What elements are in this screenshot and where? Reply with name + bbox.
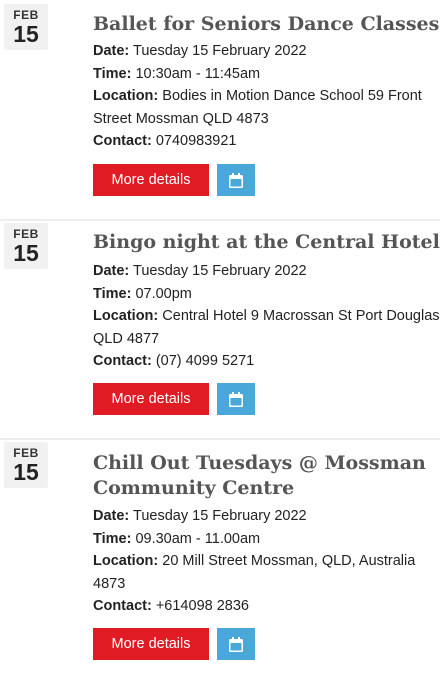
date-row: Date: Tuesday 15 February 2022	[93, 40, 440, 63]
location-label: Location:	[93, 88, 159, 104]
add-to-calendar-button[interactable]	[217, 628, 255, 660]
location-row: Location: 20 Mill Street Mossman, QLD, A…	[93, 550, 440, 595]
contact-value: +614098 2836	[151, 598, 249, 614]
location-label: Location:	[93, 553, 159, 569]
event-title[interactable]: Chill Out Tuesdays @ Mossman Community C…	[93, 451, 440, 501]
time-value: 07.00pm	[131, 285, 192, 302]
event-details: Date: Tuesday 15 February 2022 Time: 10:…	[93, 40, 440, 153]
event-details: Date: Tuesday 15 February 2022 Time: 09.…	[93, 505, 440, 618]
time-row: Time: 09.30am - 11.00am	[93, 528, 440, 551]
event-title[interactable]: Ballet for Seniors Dance Classes	[93, 12, 440, 37]
time-row: Time: 10:30am - 11:45am	[93, 63, 440, 86]
time-label: Time:	[93, 530, 132, 547]
time-value: 09.30am - 11.00am	[131, 530, 261, 547]
contact-row: Contact: +614098 2836	[93, 595, 440, 618]
divider	[0, 438, 440, 440]
date-value: Tuesday 15 February 2022	[129, 263, 307, 279]
add-to-calendar-button[interactable]	[217, 164, 255, 196]
date-month: FEB	[13, 446, 39, 460]
date-badge: FEB 15	[4, 223, 48, 269]
contact-row: Contact: (07) 4099 5271	[93, 350, 440, 373]
divider	[0, 219, 440, 221]
event-title[interactable]: Bingo night at the Central Hotel	[93, 230, 440, 255]
contact-label: Contact:	[93, 353, 152, 369]
date-month: FEB	[13, 227, 39, 241]
more-details-button[interactable]: More details	[93, 383, 209, 415]
contact-value: 0740983921	[151, 133, 237, 149]
add-to-calendar-button[interactable]	[217, 383, 255, 415]
contact-value: (07) 4099 5271	[151, 353, 255, 369]
calendar-icon	[229, 172, 243, 188]
location-row: Location: Central Hotel 9 Macrossan St P…	[93, 305, 440, 350]
event-details: Date: Tuesday 15 February 2022 Time: 07.…	[93, 260, 440, 373]
date-label: Date:	[93, 263, 130, 279]
time-value: 10:30am - 11:45am	[131, 65, 261, 82]
contact-label: Contact:	[93, 598, 152, 614]
date-value: Tuesday 15 February 2022	[129, 508, 307, 524]
calendar-icon	[229, 391, 243, 407]
more-details-button[interactable]: More details	[93, 628, 209, 660]
date-badge: FEB 15	[4, 442, 48, 488]
date-day: 15	[13, 459, 39, 485]
location-label: Location:	[93, 308, 159, 324]
contact-label: Contact:	[93, 133, 152, 149]
date-value: Tuesday 15 February 2022	[129, 43, 307, 59]
date-day: 15	[13, 240, 39, 266]
calendar-icon	[229, 636, 243, 652]
more-details-button[interactable]: More details	[93, 164, 209, 196]
date-row: Date: Tuesday 15 February 2022	[93, 260, 440, 283]
date-month: FEB	[13, 8, 39, 22]
location-row: Location: Bodies in Motion Dance School …	[93, 85, 440, 130]
time-row: Time: 07.00pm	[93, 283, 440, 306]
date-badge: FEB 15	[4, 4, 48, 50]
date-label: Date:	[93, 508, 130, 524]
time-label: Time:	[93, 65, 132, 82]
time-label: Time:	[93, 285, 132, 302]
date-label: Date:	[93, 43, 130, 59]
contact-row: Contact: 0740983921	[93, 130, 440, 153]
date-row: Date: Tuesday 15 February 2022	[93, 505, 440, 528]
date-day: 15	[13, 21, 39, 47]
